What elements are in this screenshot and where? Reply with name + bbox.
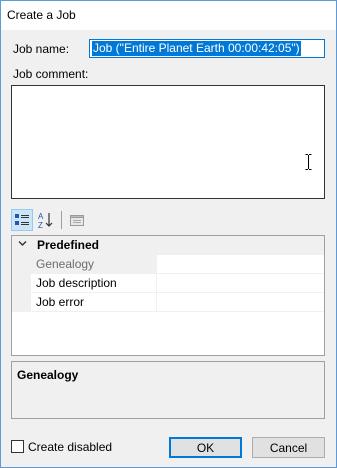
- property-value[interactable]: [157, 274, 324, 293]
- property-name: Job description: [31, 274, 157, 293]
- sort-alphabetical-button[interactable]: A Z: [35, 209, 57, 231]
- ok-button-label: OK: [196, 440, 215, 455]
- cancel-button[interactable]: Cancel: [252, 437, 325, 458]
- job-comment-textarea[interactable]: [11, 85, 325, 199]
- categorized-view-button[interactable]: [11, 209, 33, 231]
- category-label: Predefined: [37, 238, 100, 252]
- sort-alphabetical-icon: A Z: [38, 212, 53, 229]
- category-row-predefined[interactable]: Predefined: [12, 236, 324, 255]
- description-pane: Genealogy: [11, 361, 325, 419]
- chevron-down-icon[interactable]: [18, 239, 27, 248]
- text-cursor-icon: [305, 154, 312, 170]
- toolbar-separator: [61, 211, 62, 229]
- property-row-job-description[interactable]: Job description: [12, 274, 324, 293]
- window-title: Create a Job: [7, 8, 76, 22]
- job-name-value: Job ("Entire Planet Earth 00:00:42:05"): [92, 41, 301, 56]
- property-value[interactable]: [157, 293, 324, 312]
- property-name: Genealogy: [31, 255, 157, 274]
- create-job-dialog: Create a Job Job name: Job ("Entire Plan…: [0, 0, 337, 468]
- ok-button[interactable]: OK: [169, 437, 242, 458]
- property-row-genealogy[interactable]: Genealogy: [12, 255, 324, 274]
- create-disabled-label[interactable]: Create disabled: [28, 440, 112, 454]
- svg-text:Z: Z: [38, 221, 43, 229]
- job-comment-label: Job comment:: [13, 67, 89, 81]
- property-row-job-error[interactable]: Job error: [12, 293, 324, 312]
- property-value[interactable]: [157, 255, 324, 274]
- property-grid: Predefined Genealogy Job description Job…: [11, 235, 325, 356]
- job-name-label: Job name:: [13, 42, 70, 56]
- property-pages-button[interactable]: [66, 209, 88, 231]
- create-disabled-checkbox[interactable]: [11, 440, 24, 453]
- title-bar[interactable]: Create a Job: [1, 1, 336, 30]
- svg-text:A: A: [38, 212, 44, 221]
- property-pages-icon: [70, 215, 84, 226]
- description-title: Genealogy: [17, 368, 79, 382]
- row-gutter: [12, 274, 31, 293]
- job-name-input[interactable]: Job ("Entire Planet Earth 00:00:42:05"): [89, 39, 325, 58]
- categorized-view-icon: [15, 214, 29, 225]
- cancel-button-label: Cancel: [269, 440, 308, 455]
- row-gutter: [12, 293, 31, 312]
- property-name: Job error: [31, 293, 157, 312]
- row-gutter: [12, 255, 31, 274]
